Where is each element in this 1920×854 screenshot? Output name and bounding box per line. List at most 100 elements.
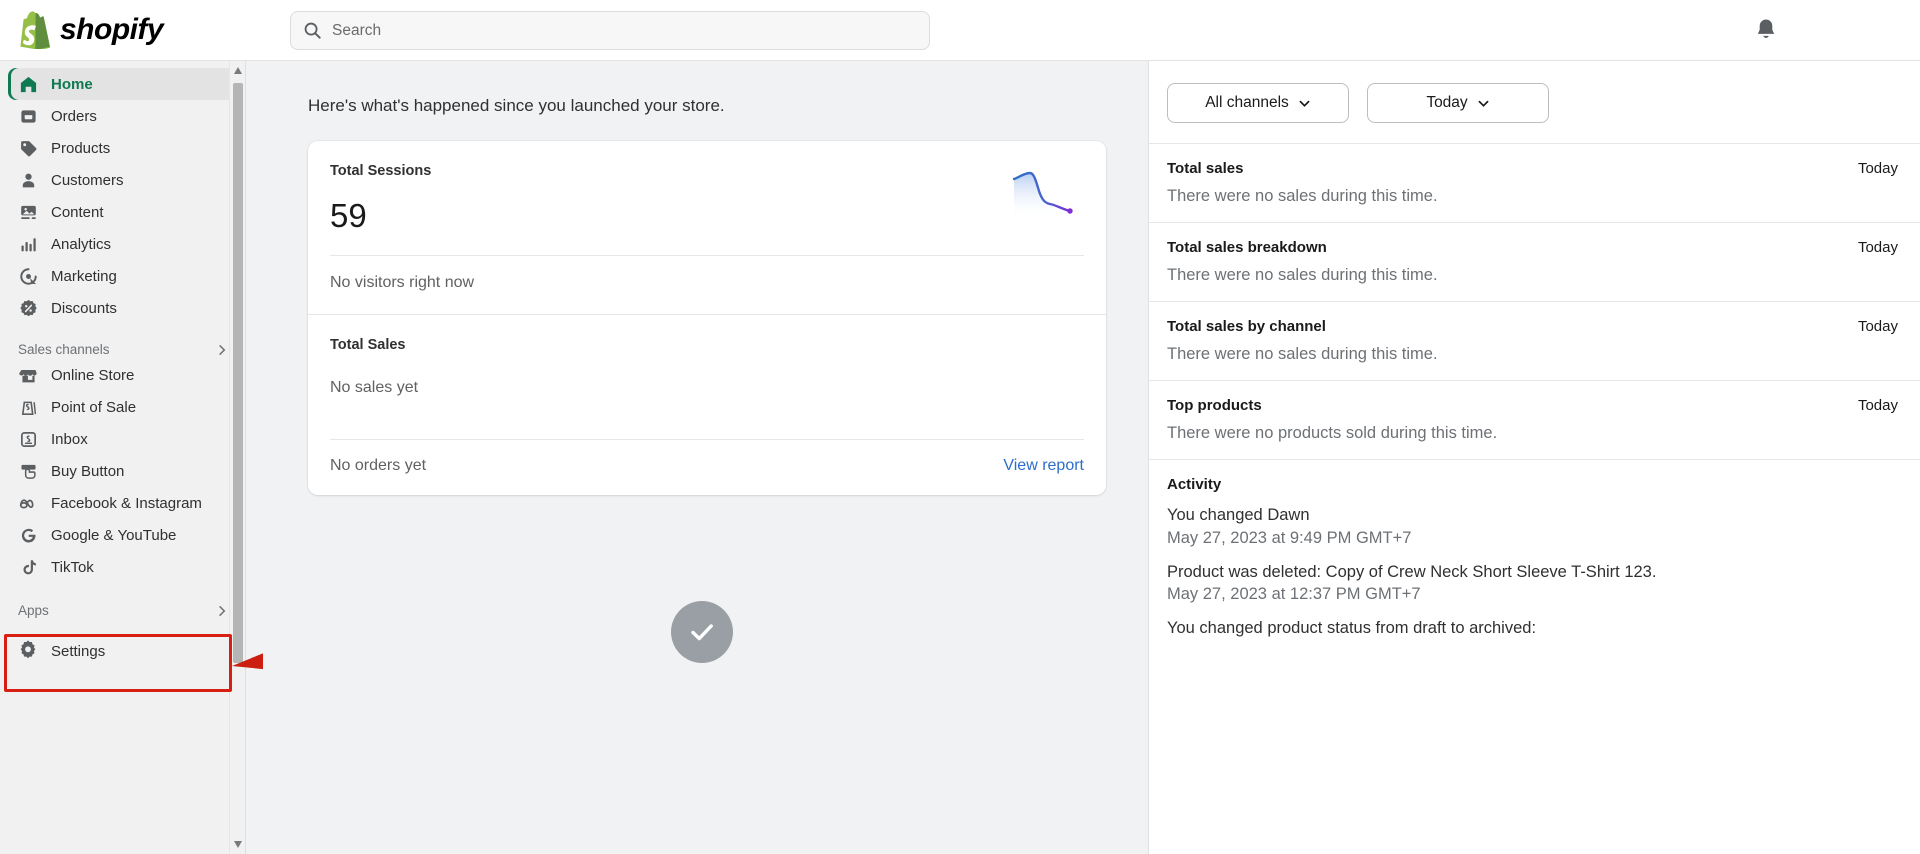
shopify-bag-icon: [20, 11, 51, 49]
card-footer: No orders yet View report: [308, 440, 1106, 495]
sidebar-item-tiktok[interactable]: TikTok: [8, 551, 237, 583]
metric-row-top-products: Top products Today There were no product…: [1149, 380, 1920, 459]
pos-bag-icon: [18, 397, 38, 417]
sidebar-item-online-store[interactable]: Online Store: [8, 359, 237, 391]
all-channels-dropdown[interactable]: All channels: [1167, 83, 1349, 123]
meta-icon: [18, 493, 38, 513]
total-sales-label: Total Sales: [330, 337, 406, 353]
sidebar-item-buy-button[interactable]: Buy Button: [8, 455, 237, 487]
search-input[interactable]: Search: [290, 11, 930, 50]
metric-when: Today: [1857, 239, 1898, 256]
sales-channels-header[interactable]: Sales channels: [18, 342, 229, 357]
sidebar-item-label: Home: [51, 75, 93, 93]
intro-text: Here's what's happened since you launche…: [308, 96, 725, 115]
sales-section: Total Sales No sales yet: [308, 315, 1106, 440]
total-sessions-label: Total Sessions: [330, 163, 432, 179]
sidebar-item-facebook-instagram[interactable]: Facebook & Instagram: [8, 487, 237, 519]
chevron-right-icon: [219, 344, 226, 355]
sidebar-item-products[interactable]: Products: [8, 132, 237, 164]
sidebar-item-label: Analytics: [51, 235, 112, 253]
buy-button-icon: [18, 461, 38, 481]
chevron-down-icon: [1299, 100, 1310, 107]
sidebar-item-customers[interactable]: Customers: [8, 164, 237, 196]
metric-body: There were no sales during this time.: [1167, 266, 1438, 284]
storefront-icon: [18, 365, 38, 385]
sessions-section: Total Sessions 59 No visitors right now: [308, 141, 1106, 314]
right-panel-filters: All channels Today: [1149, 61, 1920, 143]
sidebar-scrollbar[interactable]: [229, 61, 245, 854]
metric-body: There were no products sold during this …: [1167, 424, 1498, 442]
sidebar: Home Orders Products Customers Content A…: [0, 61, 246, 854]
checkmark-icon: [691, 624, 713, 641]
sidebar-item-label: Buy Button: [51, 462, 125, 480]
notification-bell-icon[interactable]: [1752, 16, 1780, 44]
discount-percent-icon: [18, 298, 38, 318]
metric-title: Total sales by channel: [1167, 318, 1326, 335]
metric-when: Today: [1857, 160, 1898, 177]
activity-title: Activity: [1167, 476, 1222, 493]
sidebar-item-orders[interactable]: Orders: [8, 100, 237, 132]
view-report-link[interactable]: View report: [1003, 457, 1084, 475]
sidebar-item-label: TikTok: [51, 558, 94, 576]
sidebar-main-nav: Home Orders Products Customers Content A…: [0, 61, 245, 324]
scrollbar-thumb[interactable]: [233, 83, 243, 663]
home-icon: [18, 74, 38, 94]
metric-row-total-sales-by-channel: Total sales by channel Today There were …: [1149, 301, 1920, 380]
no-visitors-text: No visitors right now: [330, 274, 475, 291]
date-range-dropdown[interactable]: Today: [1367, 83, 1549, 123]
person-icon: [18, 170, 38, 190]
gear-icon: [18, 639, 38, 663]
sidebar-item-inbox[interactable]: Inbox: [8, 423, 237, 455]
checkmark-circle-icon: [671, 601, 733, 663]
sidebar-item-label: Settings: [51, 642, 106, 660]
metric-title: Top products: [1167, 397, 1262, 414]
metric-body: There were no sales during this time.: [1167, 345, 1438, 363]
sidebar-item-label: Discounts: [51, 299, 117, 317]
sidebar-item-analytics[interactable]: Analytics: [8, 228, 237, 260]
chevron-down-icon: [1478, 100, 1489, 107]
activity-item: You changed product status from draft to…: [1167, 618, 1898, 639]
sidebar-item-home[interactable]: Home: [8, 68, 237, 100]
top-bar: shopify Search: [0, 0, 1920, 61]
metric-when: Today: [1857, 397, 1898, 414]
scroll-up-arrow-icon[interactable]: [233, 66, 243, 76]
sidebar-item-label: Customers: [51, 171, 124, 189]
sidebar-item-discounts[interactable]: Discounts: [8, 292, 237, 324]
orders-inbox-icon: [18, 106, 38, 126]
metric-when: Today: [1857, 318, 1898, 335]
marketing-target-icon: [18, 266, 38, 286]
sidebar-item-label: Marketing: [51, 267, 117, 285]
apps-header[interactable]: Apps: [18, 603, 229, 618]
metric-row-total-sales-breakdown: Total sales breakdown Today There were n…: [1149, 222, 1920, 301]
activity-date: May 27, 2023 at 9:49 PM GMT+7: [1167, 528, 1412, 547]
sidebar-item-label: Google & YouTube: [51, 526, 177, 544]
sidebar-item-label: Products: [51, 139, 111, 157]
sidebar-item-content[interactable]: Content: [8, 196, 237, 228]
sidebar-item-label: Online Store: [51, 366, 135, 384]
activity-date: May 27, 2023 at 12:37 PM GMT+7: [1167, 585, 1421, 604]
sidebar-item-label: Facebook & Instagram: [51, 494, 202, 512]
search-icon: [304, 22, 321, 39]
metric-title: Total sales breakdown: [1167, 239, 1327, 256]
scroll-down-arrow-icon[interactable]: [233, 839, 243, 849]
product-tag-icon: [18, 138, 38, 158]
sidebar-item-label: Content: [51, 203, 104, 221]
no-orders-text: No orders yet: [330, 457, 427, 474]
inbox-chat-icon: [18, 429, 38, 449]
activity-item: Product was deleted: Copy of Crew Neck S…: [1167, 562, 1898, 605]
divider: [330, 439, 1084, 440]
bar-chart-icon: [18, 234, 38, 254]
sidebar-item-point-of-sale[interactable]: Point of Sale: [8, 391, 237, 423]
metric-body: There were no sales during this time.: [1167, 187, 1438, 205]
sidebar-item-google-youtube[interactable]: Google & YouTube: [8, 519, 237, 551]
main-content: Here's what's happened since you launche…: [263, 61, 1148, 854]
sidebar-item-settings[interactable]: Settings: [18, 634, 245, 668]
tiktok-icon: [18, 557, 38, 577]
search-placeholder: Search: [332, 21, 382, 39]
sidebar-sales-channels: Online Store Point of Sale Inbox Buy But…: [0, 359, 245, 583]
all-channels-label: All channels: [1205, 94, 1289, 111]
sidebar-item-marketing[interactable]: Marketing: [8, 260, 237, 292]
activity-section: Activity You changed Dawn May 27, 2023 a…: [1149, 459, 1920, 669]
shopify-logo[interactable]: shopify: [18, 11, 164, 49]
chevron-right-icon: [219, 605, 226, 616]
